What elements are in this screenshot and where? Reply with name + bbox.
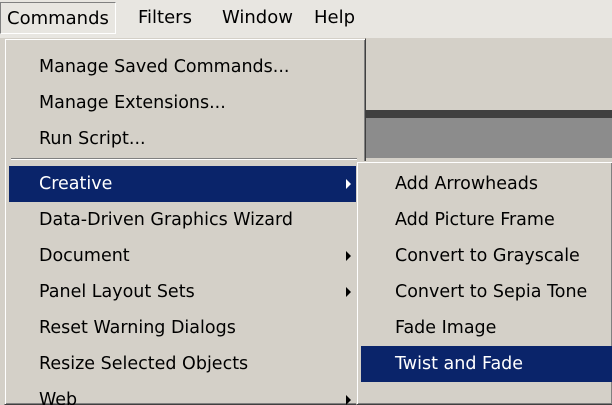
menu-item-label: Reset Warning Dialogs [39,318,236,338]
menu-item-label: Add Arrowheads [395,174,538,194]
menu-item-creative[interactable]: Creative [9,166,359,202]
submenu-item-twist-and-fade[interactable]: Twist and Fade [361,346,612,382]
menu-item-label: Manage Saved Commands... [39,57,290,77]
commands-menu: Manage Saved Commands... Manage Extensio… [4,38,366,405]
menu-item-reset-warning-dialogs[interactable]: Reset Warning Dialogs [9,310,359,346]
background-panel [360,118,612,158]
menu-filters[interactable]: Filters [132,2,198,34]
menu-item-label: Data-Driven Graphics Wizard [39,210,293,230]
submenu-arrow-icon [346,251,351,261]
menu-item-label: Creative [39,174,113,194]
menu-item-label: Web [39,390,78,405]
menu-help[interactable]: Help [308,2,361,34]
menu-item-label: Add Picture Frame [395,210,555,230]
menu-item-manage-extensions[interactable]: Manage Extensions... [9,85,359,121]
menu-item-label: Convert to Grayscale [395,246,580,266]
submenu-item-add-picture-frame[interactable]: Add Picture Frame [361,202,612,238]
submenu-item-add-arrowheads[interactable]: Add Arrowheads [361,166,612,202]
menu-commands[interactable]: Commands [0,2,116,34]
submenu-arrow-icon [346,287,351,297]
menu-item-panel-layout-sets[interactable]: Panel Layout Sets [9,274,359,310]
menu-window[interactable]: Window [216,2,299,34]
submenu-arrow-icon [346,179,351,189]
menu-item-label: Run Script... [39,129,146,149]
menu-item-resize-selected-objects[interactable]: Resize Selected Objects [9,346,359,382]
menu-item-run-script[interactable]: Run Script... [9,121,359,157]
menu-item-label: Convert to Sepia Tone [395,282,588,302]
submenu-item-convert-to-sepia-tone[interactable]: Convert to Sepia Tone [361,274,612,310]
app-window: Commands Filters Window Help Manage Save… [0,0,612,405]
submenu-item-convert-to-grayscale[interactable]: Convert to Grayscale [361,238,612,274]
menu-bar: Commands Filters Window Help [0,0,612,38]
menu-item-document[interactable]: Document [9,238,359,274]
background-toolbar [360,38,612,110]
menu-item-label: Twist and Fade [395,354,524,374]
menu-item-manage-saved-commands[interactable]: Manage Saved Commands... [9,49,359,85]
menu-item-web[interactable]: Web [9,382,359,405]
menu-item-label: Manage Extensions... [39,93,226,113]
menu-item-label: Fade Image [395,318,497,338]
submenu-item-fade-image[interactable]: Fade Image [361,310,612,346]
menu-item-label: Document [39,246,130,266]
menu-separator [11,158,357,160]
menu-item-label: Resize Selected Objects [39,354,249,374]
background-divider [360,110,612,118]
menu-item-label: Panel Layout Sets [39,282,195,302]
submenu-arrow-icon [346,395,351,405]
menu-item-data-driven-graphics-wizard[interactable]: Data-Driven Graphics Wizard [9,202,359,238]
creative-submenu: Add Arrowheads Add Picture Frame Convert… [356,161,612,405]
